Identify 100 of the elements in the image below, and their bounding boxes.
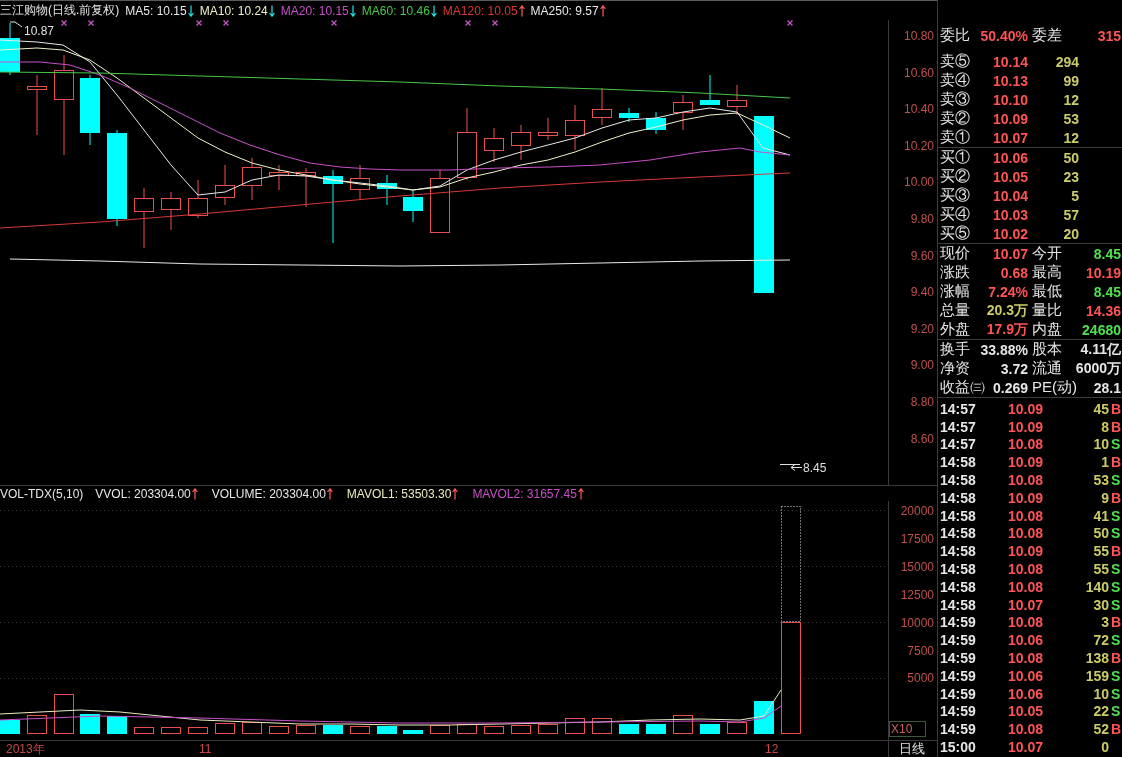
order-price: 10.10 bbox=[991, 91, 1028, 108]
period-button[interactable]: 日线 bbox=[899, 741, 925, 756]
volume-bar bbox=[646, 724, 666, 734]
volume-bar bbox=[484, 726, 504, 734]
trade-volume: 8 bbox=[1100, 418, 1109, 435]
volume-bar bbox=[727, 722, 747, 734]
order-level-label: 买⑤ bbox=[939, 224, 971, 243]
volume-bar bbox=[27, 715, 47, 734]
volume-axis-label: 10000 bbox=[900, 615, 934, 630]
trade-price: 10.09 bbox=[1006, 489, 1043, 506]
trade-time: 14:58 bbox=[939, 489, 977, 506]
trade-time: 14:57 bbox=[939, 418, 977, 435]
quote-label: 涨幅 bbox=[940, 282, 970, 301]
quote-label: 量比 bbox=[1032, 301, 1062, 320]
trade-time: 14:58 bbox=[939, 507, 977, 524]
indicator-label: MA60: 10.46 bbox=[361, 3, 430, 18]
trade-volume: 45 bbox=[1092, 400, 1109, 417]
trade-time: 14:58 bbox=[939, 454, 977, 471]
quote-value: 10.07 bbox=[992, 245, 1028, 262]
trade-time: 14:58 bbox=[939, 543, 977, 560]
order-price: 10.02 bbox=[991, 225, 1028, 242]
trade-price: 10.08 bbox=[1006, 578, 1043, 595]
order-level-label: 卖② bbox=[939, 109, 971, 128]
indicator-label: MA250: 9.57 bbox=[530, 3, 599, 18]
order-level-label: 卖③ bbox=[939, 90, 971, 109]
trade-side: S bbox=[1110, 578, 1122, 595]
trade-time: 14:59 bbox=[939, 614, 977, 631]
price-axis-label: 9.80 bbox=[910, 212, 934, 226]
trade-volume: 0 bbox=[1100, 739, 1109, 756]
quote-label: 委比 bbox=[940, 26, 970, 45]
trade-time: 14:59 bbox=[939, 650, 977, 667]
trade-volume: 138 bbox=[1084, 650, 1109, 667]
order-price: 10.04 bbox=[991, 187, 1028, 204]
candlestick bbox=[484, 127, 504, 163]
quote-label: 换手 bbox=[940, 340, 970, 359]
candlestick bbox=[80, 74, 100, 146]
volume-bar bbox=[619, 724, 639, 734]
volume-bar bbox=[538, 724, 558, 734]
order-volume: 20 bbox=[1062, 225, 1079, 242]
candlestick bbox=[565, 104, 585, 151]
order-volume: 53 bbox=[1062, 110, 1079, 127]
candlestick bbox=[377, 174, 397, 206]
volume-axis-label: 7500 bbox=[907, 643, 934, 658]
high-price-label: 10.87 bbox=[24, 24, 55, 38]
order-level-label: 买① bbox=[939, 148, 971, 167]
chart-title: 三江购物(日线.前复权) bbox=[0, 2, 120, 19]
trade-time: 14:59 bbox=[939, 721, 977, 738]
trade-side: B bbox=[1110, 614, 1122, 631]
volume-axis-label: 17500 bbox=[900, 531, 934, 546]
volume-bar bbox=[242, 722, 262, 734]
trade-price: 10.08 bbox=[1006, 472, 1043, 489]
trade-price: 10.06 bbox=[1006, 667, 1043, 684]
price-axis-label: 10.40 bbox=[903, 102, 934, 117]
quote-value: 20.3万 bbox=[986, 301, 1028, 320]
indicator-label: MAVOL1: 53503.30 bbox=[346, 486, 452, 501]
order-price: 10.05 bbox=[991, 168, 1028, 185]
trade-side: S bbox=[1110, 561, 1122, 578]
trade-price: 10.08 bbox=[1006, 525, 1043, 542]
quote-label: 流通 bbox=[1032, 359, 1062, 378]
order-volume: 50 bbox=[1062, 149, 1079, 166]
price-axis-label: 9.20 bbox=[910, 321, 934, 336]
price-axis-label: 8.80 bbox=[910, 395, 934, 409]
indicator-label: VOLUME: 203304.00 bbox=[211, 486, 326, 501]
volume-bar bbox=[377, 726, 397, 734]
order-price: 10.14 bbox=[991, 53, 1028, 70]
cross-mark-icon bbox=[464, 20, 472, 27]
trade-side: S bbox=[1110, 507, 1122, 524]
trade-price: 10.06 bbox=[1006, 685, 1043, 702]
low-price-label: 8.45 bbox=[803, 461, 827, 475]
trade-price: 10.09 bbox=[1006, 454, 1043, 471]
indicator-label: MA20: 10.15 bbox=[280, 3, 349, 18]
date-axis-label: 12 bbox=[765, 742, 779, 756]
quote-label: 内盘 bbox=[1032, 320, 1062, 339]
price-axis-label: 10.60 bbox=[903, 65, 934, 80]
candlestick bbox=[727, 84, 747, 116]
quote-label: 净资 bbox=[940, 359, 970, 378]
trade-side: S bbox=[1110, 632, 1122, 649]
candlestick bbox=[161, 191, 181, 231]
trade-side: S bbox=[1110, 703, 1122, 720]
indicator-label: MA10: 10.24 bbox=[199, 3, 268, 18]
order-volume: 294 bbox=[1054, 53, 1079, 70]
quote-value: 50.40% bbox=[980, 27, 1028, 44]
trade-time: 14:57 bbox=[939, 436, 977, 453]
cross-mark-icon bbox=[222, 20, 230, 27]
candlestick bbox=[538, 117, 558, 141]
volume-axis-label: 5000 bbox=[907, 671, 934, 686]
quote-label: 最高 bbox=[1032, 263, 1062, 282]
trade-time: 14:57 bbox=[939, 400, 977, 417]
candlestick bbox=[0, 22, 20, 76]
candlestick bbox=[700, 74, 720, 106]
cross-mark-icon bbox=[87, 20, 95, 27]
trade-side: S bbox=[1110, 685, 1122, 702]
date-axis-label: 2013年 bbox=[6, 742, 45, 756]
quote-value: 28.1 bbox=[1093, 379, 1121, 396]
volume-bar bbox=[269, 726, 289, 734]
volume-axis-label: 15000 bbox=[900, 559, 934, 574]
order-level-label: 卖① bbox=[939, 128, 971, 147]
trade-time: 15:00 bbox=[939, 739, 977, 756]
trade-price: 10.09 bbox=[1006, 543, 1043, 560]
trade-volume: 140 bbox=[1084, 578, 1109, 595]
